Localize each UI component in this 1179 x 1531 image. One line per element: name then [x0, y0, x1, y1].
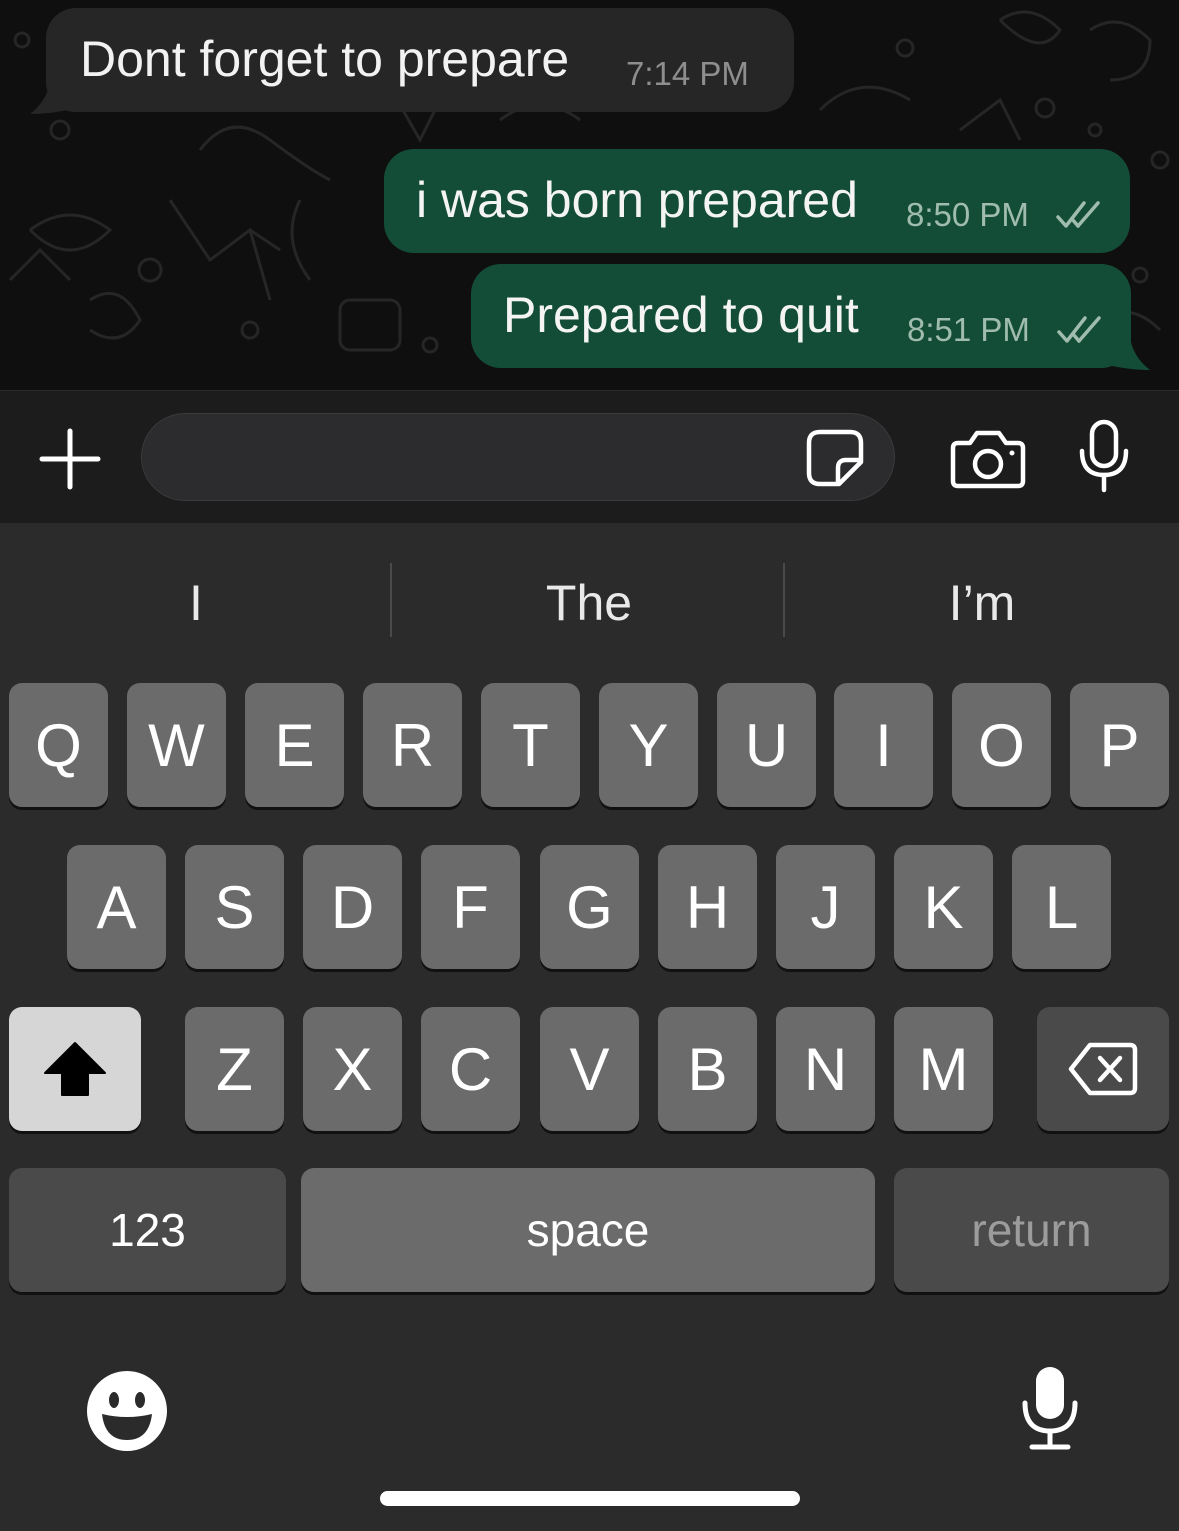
numbers-key[interactable]: 123 [9, 1168, 286, 1292]
microphone-icon[interactable] [1078, 419, 1130, 493]
key-l[interactable]: L [1012, 845, 1111, 969]
key-p[interactable]: P [1070, 683, 1169, 807]
key-e[interactable]: E [245, 683, 344, 807]
sticker-icon[interactable] [806, 429, 864, 487]
suggestion[interactable]: The [393, 563, 785, 643]
key-n[interactable]: N [776, 1007, 875, 1131]
suggestion[interactable]: I [0, 563, 392, 643]
message-time: 8:50 PM [906, 196, 1029, 233]
message-time: 7:14 PM [626, 55, 749, 92]
key-q[interactable]: Q [9, 683, 108, 807]
camera-icon[interactable] [950, 429, 1026, 489]
double-check-icon [1056, 201, 1100, 228]
space-key[interactable]: space [301, 1168, 875, 1292]
suggestion-divider [783, 563, 785, 637]
message-bubble-incoming[interactable]: Dont forget to prepare 7:14 PM [46, 8, 794, 112]
key-i[interactable]: I [834, 683, 933, 807]
suggestion[interactable]: I’m [786, 563, 1178, 643]
key-t[interactable]: T [481, 683, 580, 807]
message-bubble-outgoing[interactable]: i was born prepared 8:50 PM [384, 149, 1130, 253]
key-z[interactable]: Z [185, 1007, 284, 1131]
message-composer [0, 390, 1179, 524]
key-g[interactable]: G [540, 845, 639, 969]
shift-icon [44, 1042, 106, 1096]
key-s[interactable]: S [185, 845, 284, 969]
message-text: Dont forget to prepare [80, 31, 570, 87]
key-x[interactable]: X [303, 1007, 402, 1131]
key-j[interactable]: J [776, 845, 875, 969]
key-u[interactable]: U [717, 683, 816, 807]
key-o[interactable]: O [952, 683, 1051, 807]
return-key[interactable]: return [894, 1168, 1169, 1292]
shift-key[interactable] [9, 1007, 141, 1131]
key-c[interactable]: C [421, 1007, 520, 1131]
key-r[interactable]: R [363, 683, 462, 807]
message-time: 8:51 PM [907, 311, 1030, 348]
bubble-tail [1112, 336, 1150, 370]
key-y[interactable]: Y [599, 683, 698, 807]
message-text: Prepared to quit [503, 287, 859, 343]
suggestion-divider [390, 563, 392, 637]
backspace-icon [1068, 1042, 1138, 1096]
plus-icon[interactable] [38, 427, 102, 491]
key-h[interactable]: H [658, 845, 757, 969]
message-input[interactable] [141, 413, 895, 501]
key-k[interactable]: K [894, 845, 993, 969]
key-m[interactable]: M [894, 1007, 993, 1131]
key-v[interactable]: V [540, 1007, 639, 1131]
message-text: i was born prepared [416, 172, 858, 228]
home-indicator[interactable] [380, 1491, 800, 1506]
bubble-tail [30, 80, 68, 114]
backspace-key[interactable] [1037, 1007, 1169, 1131]
emoji-icon[interactable] [86, 1370, 168, 1452]
double-check-icon [1057, 316, 1101, 343]
key-w[interactable]: W [127, 683, 226, 807]
message-bubble-outgoing[interactable]: Prepared to quit 8:51 PM [471, 264, 1131, 368]
key-d[interactable]: D [303, 845, 402, 969]
key-f[interactable]: F [421, 845, 520, 969]
keyboard: I The I’m Q W E R T Y U I O P A S D F G … [0, 523, 1179, 1531]
key-a[interactable]: A [67, 845, 166, 969]
dictation-icon[interactable] [1020, 1365, 1080, 1451]
chat-area: Dont forget to prepare 7:14 PM i was bor… [0, 0, 1179, 390]
key-b[interactable]: B [658, 1007, 757, 1131]
